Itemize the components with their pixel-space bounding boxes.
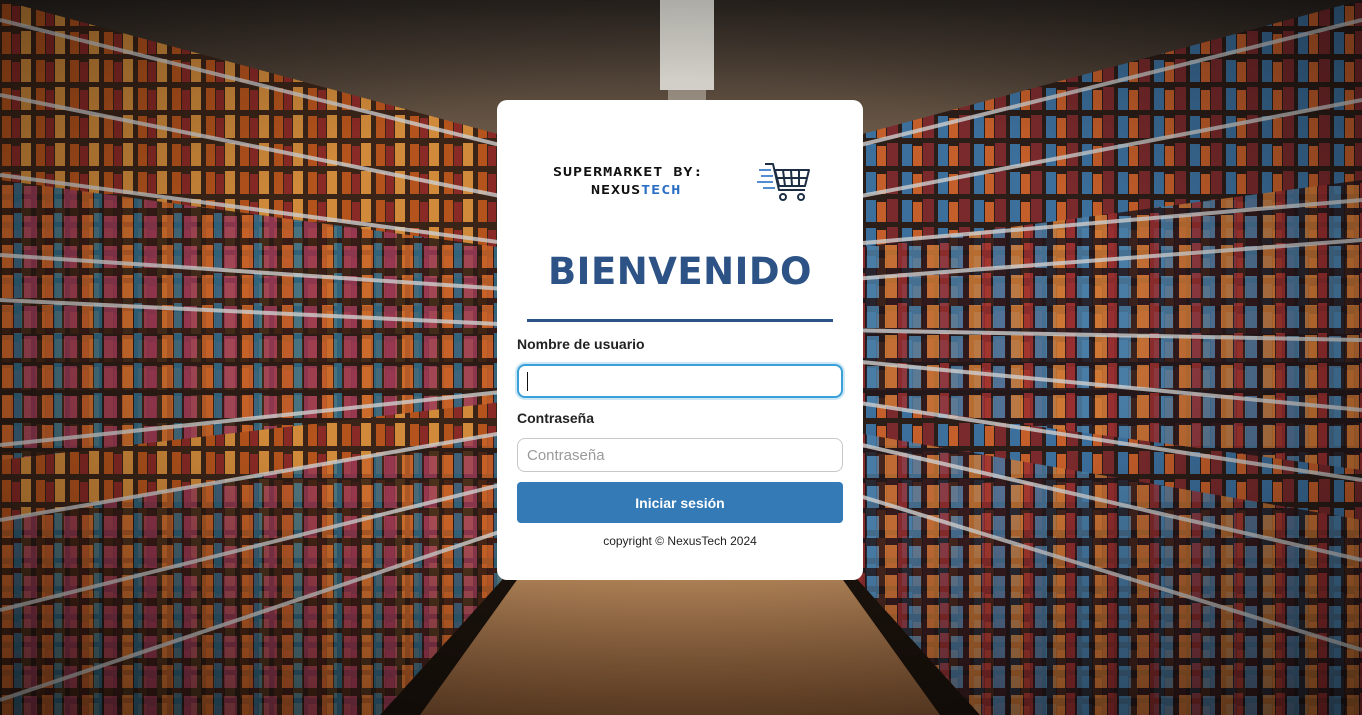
login-card: SUPERMARKET BY: NEXUSTECH BIENVENIDO Nom…: [497, 100, 863, 580]
brand-logo: SUPERMARKET BY: NEXUSTECH: [551, 160, 811, 204]
username-input[interactable]: [517, 364, 843, 398]
title-divider: [527, 319, 833, 322]
login-button[interactable]: Iniciar sesión: [517, 482, 843, 523]
brand-name-part2: TECH: [641, 182, 682, 198]
username-label: Nombre de usuario: [517, 336, 645, 352]
text-caret: [527, 372, 528, 391]
brand-name-part1: NEXUS: [591, 182, 642, 198]
page-title: BIENVENIDO: [547, 250, 813, 293]
brand-line1: SUPERMARKET BY:: [553, 164, 704, 180]
brand-line2: NEXUSTECH: [591, 182, 681, 197]
password-input[interactable]: [517, 438, 843, 472]
password-label: Contraseña: [517, 410, 595, 426]
shopping-cart-icon: [757, 163, 810, 201]
copyright-text: copyright © NexusTech 2024: [603, 534, 757, 548]
